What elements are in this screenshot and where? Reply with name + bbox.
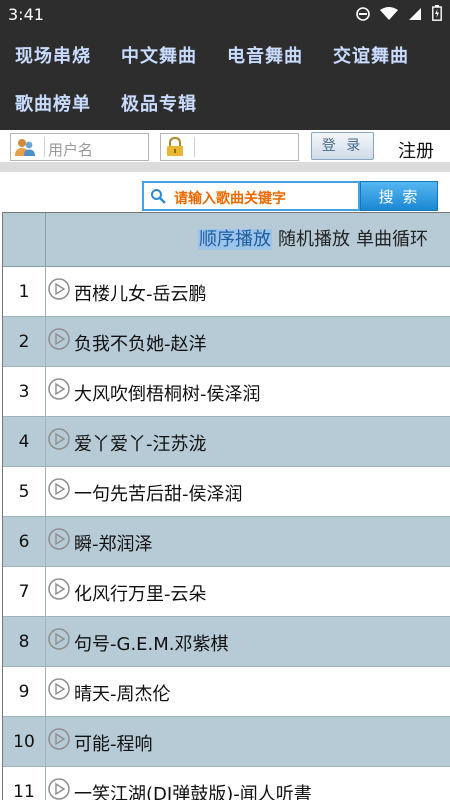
list-item[interactable]: 10 可能-程响 [3,717,450,767]
search-input[interactable]: 请输入歌曲关键字 [142,181,360,211]
play-icon[interactable] [48,778,70,800]
search-icon [150,188,166,204]
play-icon[interactable] [48,278,70,300]
track-number: 3 [3,367,46,416]
track-title[interactable]: 西楼儿女-岳云鹏 [74,280,207,306]
dnd-icon [356,6,370,25]
lock-icon [164,136,186,157]
play-mode-repeat-one[interactable]: 单曲循环 [356,229,428,250]
header-number-cell [3,213,46,267]
track-title[interactable]: 晴天-周杰伦 [74,680,171,706]
play-icon[interactable] [48,378,70,400]
list-item[interactable]: 2 负我不负她-赵洋 [3,317,450,367]
status-icons [356,5,442,25]
play-mode-controls: 顺序播放 随机播放 单曲循环 [198,225,434,251]
track-number: 5 [3,467,46,516]
nav-item-premium-albums[interactable]: 极品专辑 [121,90,197,116]
status-bar: 3:41 [0,0,450,30]
username-placeholder: 用户名 [48,141,94,159]
track-number: 2 [3,317,46,366]
play-mode-shuffle[interactable]: 随机播放 [278,229,350,250]
track-number: 1 [3,267,46,316]
password-field[interactable] [160,133,299,161]
battery-icon [432,5,442,25]
nav-item-chinese-dance[interactable]: 中文舞曲 [121,42,197,68]
register-link[interactable]: 注册 [398,137,434,163]
list-item[interactable]: 4 爱丫爱丫-汪苏泷 [3,417,450,467]
play-icon[interactable] [48,628,70,650]
playlist-table: 顺序播放 随机播放 单曲循环 1 西楼儿女-岳云鹏 2 负我不负她-赵洋 3 大风吹… [2,212,450,800]
nav-item-live-medley[interactable]: 现场串烧 [15,42,91,68]
list-item[interactable]: 8 句号-G.E.M.邓紫棋 [3,617,450,667]
track-number: 7 [3,567,46,616]
search-bar: 请输入歌曲关键字 搜 索 [0,172,450,212]
list-item[interactable]: 9 晴天-周杰伦 [3,667,450,717]
play-icon[interactable] [48,428,70,450]
nav-item-electronic-dance[interactable]: 电音舞曲 [227,42,303,68]
list-item[interactable]: 1 西楼儿女-岳云鹏 [3,267,450,317]
signal-icon [408,6,422,25]
list-item[interactable]: 7 化风行万里-云朵 [3,567,450,617]
status-time: 3:41 [8,5,44,24]
list-item[interactable]: 11 一笑江湖(DJ弹鼓版)-闻人听書_ [3,767,450,800]
track-title[interactable]: 化风行万里-云朵 [74,580,207,606]
play-icon[interactable] [48,478,70,500]
track-number: 9 [3,667,46,716]
divider-strip [0,162,450,172]
track-number: 10 [3,717,46,766]
search-placeholder: 请输入歌曲关键字 [174,191,286,207]
list-item[interactable]: 6 瞬-郑润泽 [3,517,450,567]
play-icon[interactable] [48,528,70,550]
track-title[interactable]: 一笑江湖(DJ弹鼓版)-闻人听書_ [74,780,321,800]
list-item[interactable]: 3 大风吹倒梧桐树-侯泽润 [3,367,450,417]
play-icon[interactable] [48,578,70,600]
nav-item-song-charts[interactable]: 歌曲榜单 [15,90,91,116]
field-divider [194,137,195,157]
track-title[interactable]: 爱丫爱丫-汪苏泷 [74,430,207,456]
username-field[interactable]: 用户名 [10,133,149,161]
track-title[interactable]: 一句先苦后甜-侯泽润 [74,480,243,506]
field-divider [44,137,45,157]
track-title[interactable]: 负我不负她-赵洋 [74,330,207,356]
track-title[interactable]: 可能-程响 [74,730,153,756]
track-title[interactable]: 句号-G.E.M.邓紫棋 [74,630,229,656]
track-number: 11 [3,767,46,800]
list-item[interactable]: 5 一句先苦后甜-侯泽润 [3,467,450,517]
track-number: 6 [3,517,46,566]
track-title[interactable]: 大风吹倒梧桐树-侯泽润 [74,380,261,406]
play-icon[interactable] [48,328,70,350]
play-icon[interactable] [48,678,70,700]
nav-item-ballroom-dance[interactable]: 交谊舞曲 [333,42,409,68]
search-button[interactable]: 搜 索 [360,181,438,211]
track-title[interactable]: 瞬-郑润泽 [74,530,153,556]
wifi-icon [380,6,398,25]
play-icon[interactable] [48,728,70,750]
track-number: 4 [3,417,46,466]
users-icon [14,137,36,157]
track-number: 8 [3,617,46,666]
playlist-header: 顺序播放 随机播放 单曲循环 [3,213,450,267]
play-mode-sequential[interactable]: 顺序播放 [198,229,272,250]
login-button[interactable]: 登 录 [311,132,374,160]
category-nav: 现场串烧 中文舞曲 电音舞曲 交谊舞曲 歌曲榜单 极品专辑 [0,30,450,130]
